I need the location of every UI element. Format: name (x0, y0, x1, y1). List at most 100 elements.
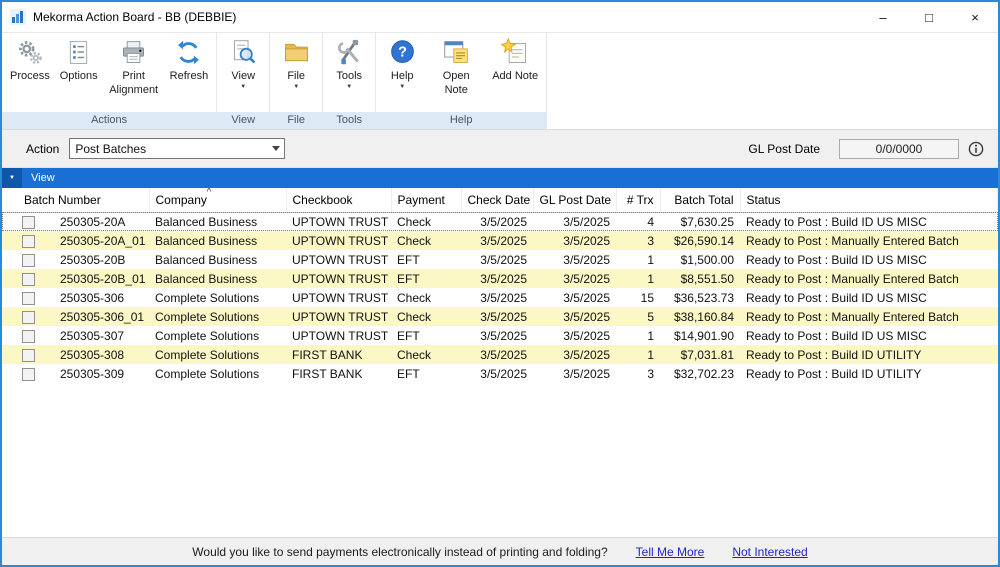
batch-table-body: 250305-20ABalanced BusinessUPTOWN TRUSTC… (2, 212, 998, 383)
cell-batch_number: 250305-20A_01 (54, 231, 149, 250)
column-header-status[interactable]: Status (740, 188, 997, 212)
column-header-gl_post_date[interactable]: GL Post Date (533, 188, 616, 212)
cell-checkbook: UPTOWN TRUST (286, 288, 391, 307)
row-checkbox[interactable] (22, 235, 35, 248)
row-checkbox[interactable] (22, 349, 35, 362)
grid-header-row: Batch NumberCompany^CheckbookPaymentChec… (2, 188, 998, 212)
table-row[interactable]: 250305-306_01Complete SolutionsUPTOWN TR… (2, 307, 998, 326)
cell-checkbook: FIRST BANK (286, 364, 391, 383)
cell-check_date: 3/5/2025 (461, 364, 533, 383)
chevron-down-icon: ▼ (399, 84, 405, 90)
open-note-label: Open Note (430, 69, 482, 98)
row-checkbox[interactable] (22, 368, 35, 381)
footer-message: Would you like to send payments electron… (192, 545, 607, 559)
window-title: Mekorma Action Board - BB (DEBBIE) (33, 10, 236, 24)
table-row[interactable]: 250305-20B_01Balanced BusinessUPTOWN TRU… (2, 269, 998, 288)
tools-button[interactable]: Tools ▼ (326, 36, 372, 92)
view-menu-bar: ▼ View (2, 168, 998, 188)
file-button[interactable]: File ▼ (273, 36, 319, 92)
cell-status: Ready to Post : Manually Entered Batch (740, 307, 997, 326)
open-note-icon (442, 38, 471, 68)
refresh-button[interactable]: Refresh (165, 36, 214, 85)
cell-check_date: 3/5/2025 (461, 231, 533, 250)
cell-payment: Check (391, 231, 461, 250)
cell-company: Balanced Business (149, 212, 286, 231)
chevron-down-icon[interactable] (267, 139, 284, 158)
row-checkbox[interactable] (22, 216, 35, 229)
action-select[interactable]: Post Batches (69, 138, 285, 159)
column-header-trx[interactable]: # Trx (616, 188, 660, 212)
column-header-company[interactable]: Company^ (149, 188, 286, 212)
table-row[interactable]: 250305-308Complete SolutionsFIRST BANKCh… (2, 345, 998, 364)
row-checkbox[interactable] (22, 292, 35, 305)
view-dropdown-button[interactable]: ▼ (2, 168, 22, 188)
not-interested-link[interactable]: Not Interested (732, 545, 807, 559)
cell-payment: Check (391, 288, 461, 307)
table-row[interactable]: 250305-309Complete SolutionsFIRST BANKEF… (2, 364, 998, 383)
action-select-value: Post Batches (75, 142, 146, 156)
cell-batch_total: $8,551.50 (660, 269, 740, 288)
cell-batch_number: 250305-20A (54, 212, 149, 231)
view-menu[interactable]: View (31, 172, 55, 184)
toolbar-group-help: ? Help ▼ Open Note Add Note (376, 33, 547, 129)
cell-batch_number: 250305-20B (54, 250, 149, 269)
gl-post-date-field[interactable]: 0/0/0000 (839, 139, 959, 159)
cell-status: Ready to Post : Build ID US MISC (740, 250, 997, 269)
minimize-button[interactable]: – (860, 2, 906, 32)
chevron-down-icon: ▼ (346, 84, 352, 90)
row-checkbox[interactable] (22, 273, 35, 286)
row-checkbox[interactable] (22, 330, 35, 343)
sort-ascending-icon: ^ (207, 188, 212, 197)
cell-checkbook: FIRST BANK (286, 345, 391, 364)
options-button[interactable]: Options (55, 36, 103, 85)
cell-payment: EFT (391, 269, 461, 288)
table-row[interactable]: 250305-20A_01Balanced BusinessUPTOWN TRU… (2, 231, 998, 250)
maximize-button[interactable]: □ (906, 2, 952, 32)
row-checkbox[interactable] (22, 311, 35, 324)
open-note-button[interactable]: Open Note (425, 36, 487, 100)
cell-checkbook: UPTOWN TRUST (286, 231, 391, 250)
tell-me-more-link[interactable]: Tell Me More (636, 545, 705, 559)
cell-gl_post_date: 3/5/2025 (533, 250, 616, 269)
cell-trx: 1 (616, 326, 660, 345)
app-logo-icon (10, 9, 26, 25)
column-header-batch_number[interactable]: Batch Number (2, 188, 149, 212)
column-header-checkbook[interactable]: Checkbook (286, 188, 391, 212)
column-header-check_date[interactable]: Check Date (461, 188, 533, 212)
cell-company: Balanced Business (149, 250, 286, 269)
toolbar-group-label-tools: Tools (323, 112, 375, 129)
print-alignment-button[interactable]: Print Alignment (103, 36, 165, 100)
cell-gl_post_date: 3/5/2025 (533, 326, 616, 345)
table-row[interactable]: 250305-20ABalanced BusinessUPTOWN TRUSTC… (2, 212, 998, 231)
column-header-payment[interactable]: Payment (391, 188, 461, 212)
cell-gl_post_date: 3/5/2025 (533, 269, 616, 288)
view-button[interactable]: View ▼ (220, 36, 266, 92)
options-icon (64, 38, 93, 68)
cell-check_date: 3/5/2025 (461, 288, 533, 307)
cell-payment: EFT (391, 364, 461, 383)
toolbar-group-label-actions: Actions (2, 112, 216, 129)
cell-checkbook: UPTOWN TRUST (286, 307, 391, 326)
toolbar-group-file: File ▼ File (270, 33, 323, 129)
close-button[interactable]: × (952, 2, 998, 32)
cell-batch_number: 250305-306_01 (54, 307, 149, 326)
cell-check_date: 3/5/2025 (461, 307, 533, 326)
help-button[interactable]: ? Help ▼ (379, 36, 425, 92)
action-label: Action (26, 142, 59, 156)
table-row[interactable]: 250305-306Complete SolutionsUPTOWN TRUST… (2, 288, 998, 307)
add-note-button[interactable]: Add Note (487, 36, 543, 85)
process-button[interactable]: Process (5, 36, 55, 85)
column-header-batch_total[interactable]: Batch Total (660, 188, 740, 212)
cell-payment: Check (391, 307, 461, 326)
info-icon[interactable] (968, 141, 984, 157)
table-row[interactable]: 250305-307Complete SolutionsUPTOWN TRUST… (2, 326, 998, 345)
row-checkbox[interactable] (22, 254, 35, 267)
view-label: View (231, 69, 255, 83)
printer-icon (119, 38, 148, 68)
toolbar-group-actions: Process Options Print Alignment (2, 33, 217, 129)
title-bar: Mekorma Action Board - BB (DEBBIE) – □ × (2, 2, 998, 32)
cell-check_date: 3/5/2025 (461, 269, 533, 288)
toolbar-group-label-view: View (217, 112, 269, 129)
table-row[interactable]: 250305-20BBalanced BusinessUPTOWN TRUSTE… (2, 250, 998, 269)
cell-check_date: 3/5/2025 (461, 345, 533, 364)
